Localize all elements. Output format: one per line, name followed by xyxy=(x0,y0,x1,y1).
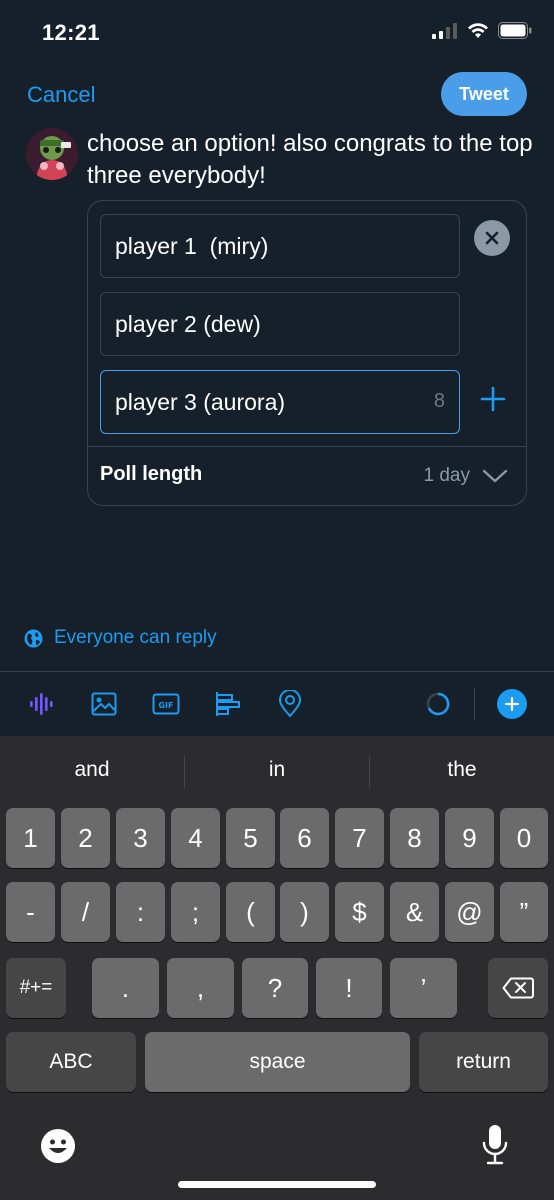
microphone-icon[interactable] xyxy=(482,1124,508,1166)
key-quote[interactable]: ” xyxy=(500,882,548,942)
suggestion-2[interactable]: in xyxy=(185,758,369,782)
key-at[interactable]: @ xyxy=(445,882,494,942)
key-exclamation[interactable]: ! xyxy=(316,958,382,1018)
signal-icon xyxy=(432,22,457,39)
avatar[interactable] xyxy=(26,128,78,180)
key-3[interactable]: 3 xyxy=(116,808,165,868)
key-1[interactable]: 1 xyxy=(6,808,55,868)
key-9[interactable]: 9 xyxy=(445,808,494,868)
compose-toolbar: GIF xyxy=(0,672,554,736)
compose-header: Cancel Tweet xyxy=(0,70,554,118)
poll-option-text: player 1 (miry) xyxy=(115,232,269,259)
key-hyphen[interactable]: - xyxy=(6,882,55,942)
poll-option-3[interactable]: player 3 (aurora) 8 xyxy=(100,370,460,434)
key-apostrophe[interactable]: ’ xyxy=(390,958,457,1018)
wifi-icon xyxy=(468,22,488,38)
key-2[interactable]: 2 xyxy=(61,808,110,868)
status-time: 12:21 xyxy=(42,20,100,45)
poll-option-1[interactable]: player 1 (miry) xyxy=(100,214,460,278)
suggestion-bar: and in the xyxy=(0,736,554,806)
gif-icon[interactable]: GIF xyxy=(151,689,181,719)
poll-icon[interactable] xyxy=(213,689,243,719)
compose-text[interactable]: choose an option! also congrats to the t… xyxy=(87,128,537,192)
battery-icon xyxy=(498,22,532,39)
key-period[interactable]: . xyxy=(92,958,159,1018)
emoji-icon[interactable] xyxy=(40,1128,76,1164)
chevron-down-icon[interactable] xyxy=(482,468,508,484)
key-7[interactable]: 7 xyxy=(335,808,384,868)
abc-key[interactable]: ABC xyxy=(6,1032,136,1092)
poll-option-text: player 3 (aurora) xyxy=(115,388,286,415)
add-option-button[interactable] xyxy=(480,386,506,412)
key-open-paren[interactable]: ( xyxy=(226,882,275,942)
add-tweet-button[interactable] xyxy=(497,689,527,719)
key-colon[interactable]: : xyxy=(116,882,165,942)
key-dollar[interactable]: $ xyxy=(335,882,384,942)
char-count: 8 xyxy=(433,390,445,412)
plus-icon xyxy=(480,386,506,412)
return-key[interactable]: return xyxy=(419,1032,548,1092)
location-icon[interactable] xyxy=(275,689,305,719)
gif-label: GIF xyxy=(158,701,173,710)
delete-key[interactable] xyxy=(488,958,548,1018)
suggestion-3[interactable]: the xyxy=(370,758,554,782)
key-close-paren[interactable]: ) xyxy=(280,882,329,942)
more-symbols-key[interactable]: #+= xyxy=(6,958,66,1018)
poll-length-label: Poll length xyxy=(100,463,203,485)
cancel-button[interactable]: Cancel xyxy=(27,82,95,108)
key-slash[interactable]: / xyxy=(61,882,110,942)
image-icon[interactable] xyxy=(89,689,119,719)
home-indicator[interactable] xyxy=(178,1181,376,1188)
space-key[interactable]: space xyxy=(145,1032,410,1092)
key-8[interactable]: 8 xyxy=(390,808,439,868)
backspace-icon xyxy=(502,977,534,999)
key-question[interactable]: ? xyxy=(242,958,308,1018)
character-progress-icon xyxy=(423,689,453,719)
toolbar-separator xyxy=(474,688,475,720)
reply-setting-label: Everyone can reply xyxy=(54,627,217,648)
poll-divider xyxy=(88,446,526,447)
reply-setting[interactable]: Everyone can reply xyxy=(24,627,217,649)
globe-icon xyxy=(24,629,43,647)
key-comma[interactable]: , xyxy=(167,958,234,1018)
poll-length-value[interactable]: 1 day xyxy=(424,465,470,487)
key-4[interactable]: 4 xyxy=(171,808,220,868)
poll-option-2[interactable]: player 2 (dew) xyxy=(100,292,460,356)
poll-option-text: player 2 (dew) xyxy=(115,310,261,337)
poll-box: player 1 (miry) player 2 (dew) player 3 … xyxy=(87,200,527,506)
key-6[interactable]: 6 xyxy=(280,808,329,868)
key-ampersand[interactable]: & xyxy=(390,882,439,942)
suggestion-1[interactable]: and xyxy=(0,758,184,782)
tweet-button[interactable]: Tweet xyxy=(441,72,527,116)
key-0[interactable]: 0 xyxy=(500,808,548,868)
status-bar: 12:21 xyxy=(0,0,554,66)
status-icons xyxy=(432,22,532,39)
voice-icon[interactable] xyxy=(27,689,57,719)
key-5[interactable]: 5 xyxy=(226,808,275,868)
plus-icon xyxy=(505,697,519,711)
close-icon xyxy=(485,231,499,245)
remove-poll-button[interactable] xyxy=(474,220,510,256)
keyboard: and in the 1 2 3 4 5 6 7 8 9 0 - / : ; (… xyxy=(0,736,554,1200)
key-semicolon[interactable]: ; xyxy=(171,882,220,942)
